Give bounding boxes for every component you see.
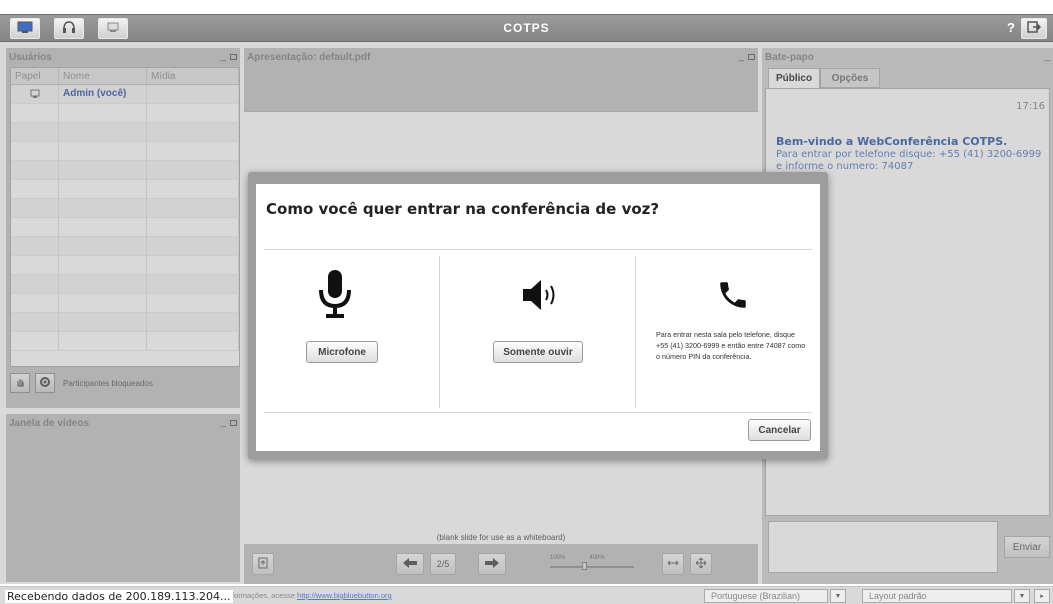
listen-only-button[interactable]: Somente ouvir — [493, 341, 583, 363]
info-prefix: formações, acesse — [232, 591, 298, 600]
microphone-button[interactable]: Microfone — [306, 341, 378, 363]
logout-icon — [1027, 21, 1042, 36]
connection-status: Recebendo dados de 200.189.113.204... — [5, 590, 233, 603]
speaker-icon — [521, 277, 565, 316]
status-bar: formações, acesse http://www.bigbluebutt… — [0, 586, 1053, 604]
divider — [635, 256, 636, 408]
layout-select[interactable]: Layout padrão — [862, 589, 1012, 603]
audio-join-dialog: Como você quer entrar na conferência de … — [248, 172, 828, 459]
apply-layout-button[interactable]: ▸ — [1034, 589, 1050, 603]
divider — [439, 256, 440, 408]
cancel-button[interactable]: Cancelar — [748, 419, 811, 441]
chevron-down-icon[interactable]: ▼ — [1014, 589, 1030, 603]
microphone-icon — [318, 270, 352, 323]
info-text: formações, acesse http://www.bigbluebutt… — [232, 591, 392, 600]
app-title: COTPS — [503, 21, 550, 35]
bigbluebutton-link[interactable]: http://www.bigbluebutton.org — [297, 591, 392, 600]
help-button[interactable]: ? — [1007, 20, 1015, 35]
logout-button[interactable] — [1021, 18, 1047, 39]
top-toolbar: COTPS ? — [0, 14, 1053, 42]
phone-icon — [716, 278, 750, 315]
chevron-down-icon[interactable]: ▼ — [830, 589, 846, 603]
divider — [264, 249, 812, 250]
divider — [264, 412, 812, 413]
language-select[interactable]: Portuguese (Brazilian) — [704, 589, 828, 603]
phone-instructions: Para entrar nesta sala pelo telefone, di… — [656, 330, 806, 361]
dialog-body: Como você quer entrar na conferência de … — [256, 184, 820, 451]
dialog-title: Como você quer entrar na conferência de … — [266, 200, 660, 218]
